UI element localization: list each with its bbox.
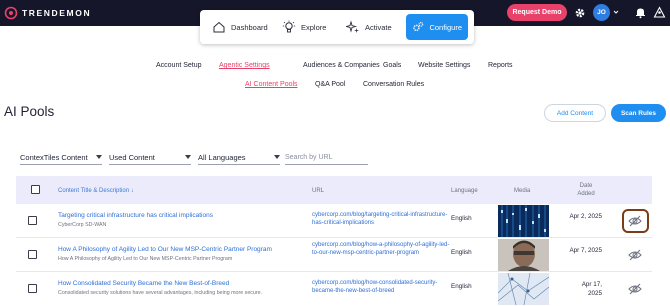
- eye-off-icon[interactable]: [628, 214, 642, 228]
- gear-icon[interactable]: [573, 6, 587, 20]
- row-title-link[interactable]: Targeting critical infrastructure has cr…: [58, 212, 213, 219]
- row-language: English: [451, 249, 472, 256]
- row-media-thumbnail: [498, 273, 549, 305]
- subnav-account-setup[interactable]: Account Setup: [156, 62, 202, 69]
- home-icon: [213, 21, 225, 33]
- row-language: English: [451, 215, 472, 222]
- tab-ai-content-pools[interactable]: AI Content Pools: [245, 81, 298, 88]
- tab-qa-pool[interactable]: Q&A Pool: [315, 81, 345, 88]
- search-url-input[interactable]: Search by URL: [285, 150, 368, 165]
- column-language-header: Language: [451, 188, 478, 194]
- nav-configure-label: Configure: [429, 22, 462, 32]
- table-row[interactable]: Targeting critical infrastructure has cr…: [16, 204, 652, 238]
- chevron-down-icon: [96, 155, 102, 159]
- main-nav: Dashboard Explore Activate Configure: [200, 10, 474, 44]
- nav-explore-label: Explore: [301, 22, 327, 32]
- nav-explore[interactable]: Explore: [276, 14, 332, 40]
- nav-dashboard[interactable]: Dashboard: [206, 14, 274, 40]
- language-value: All Languages: [198, 152, 246, 162]
- scan-rules-button[interactable]: Scan Rules: [611, 104, 666, 122]
- chevron-down-icon[interactable]: [613, 9, 619, 15]
- column-title-header[interactable]: Content Title & Description ↓: [58, 188, 134, 194]
- row-date: Apr 7, 2025: [569, 247, 602, 254]
- row-checkbox[interactable]: [28, 250, 37, 259]
- nav-activate-label: Activate: [365, 22, 392, 32]
- row-url-link[interactable]: cybercorp.com/blog/how-consolidated-secu…: [312, 279, 452, 295]
- subnav-reports[interactable]: Reports: [488, 62, 513, 69]
- row-media-thumbnail: [498, 239, 549, 271]
- content-status-value: Used Content: [109, 152, 155, 162]
- column-url-header: URL: [312, 188, 325, 194]
- language-select[interactable]: All Languages: [198, 150, 280, 165]
- bell-icon[interactable]: [634, 6, 647, 19]
- lightbulb-icon: [282, 20, 296, 33]
- column-date-header: Date Added: [577, 183, 595, 197]
- row-url-link[interactable]: cybercorp.com/blog/targeting-critical-in…: [312, 211, 452, 227]
- nav-activate[interactable]: Activate: [340, 14, 398, 40]
- gears-icon: [413, 21, 424, 32]
- subnav-goals[interactable]: Goals: [383, 62, 401, 69]
- select-all-checkbox[interactable]: [31, 185, 40, 194]
- row-description: How A Philosophy of Agility Led to Our N…: [58, 256, 233, 262]
- brand-name: TRENDEMON: [22, 8, 92, 18]
- row-language: English: [451, 283, 472, 290]
- row-title-link[interactable]: How Consolidated Security Became the New…: [58, 280, 229, 287]
- content-type-select[interactable]: ContexTiles Content: [20, 150, 102, 165]
- row-media-thumbnail: [498, 205, 549, 237]
- brand-logo[interactable]: TRENDEMON: [4, 6, 91, 20]
- search-placeholder: Search by URL: [285, 153, 333, 161]
- nav-configure[interactable]: Configure: [406, 14, 468, 40]
- chevron-down-icon: [274, 155, 280, 159]
- row-description: CyberCorp SD-WAN: [58, 222, 107, 228]
- subnav-website-settings[interactable]: Website Settings: [418, 62, 470, 69]
- row-date: Apr 2, 2025: [569, 213, 602, 220]
- subnav-audiences-companies[interactable]: Audiences & Companies: [303, 62, 380, 69]
- table-header: Content Title & Description ↓ URL Langua…: [16, 176, 652, 204]
- user-icon[interactable]: [653, 6, 666, 19]
- row-checkbox[interactable]: [28, 216, 37, 225]
- nav-dashboard-label: Dashboard: [231, 22, 268, 32]
- logo-mark-icon: [4, 6, 18, 20]
- tab-conversation-rules[interactable]: Conversation Rules: [363, 81, 424, 88]
- page-title: AI Pools: [4, 104, 55, 119]
- table-row[interactable]: How Consolidated Security Became the New…: [16, 272, 652, 306]
- content-status-select[interactable]: Used Content: [109, 150, 191, 165]
- subnav-agentic-settings[interactable]: Agentic Settings: [219, 62, 270, 69]
- row-date: Apr 17, 2025: [581, 281, 602, 297]
- column-media-header: Media: [514, 188, 531, 194]
- eye-off-icon[interactable]: [628, 248, 642, 262]
- row-checkbox[interactable]: [28, 284, 37, 293]
- request-demo-button[interactable]: Request Demo: [507, 4, 567, 21]
- row-url-link[interactable]: cybercorp.com/blog/how-a-philosophy-of-a…: [312, 241, 452, 257]
- eye-off-icon[interactable]: [628, 282, 642, 296]
- table-row[interactable]: How A Philosophy of Agility Led to Our N…: [16, 238, 652, 272]
- row-description: Consolidated security solutions have sev…: [58, 290, 263, 296]
- row-title-link[interactable]: How A Philosophy of Agility Led to Our N…: [58, 246, 272, 253]
- add-content-button[interactable]: Add Content: [544, 104, 606, 122]
- content-type-value: ContexTiles Content: [20, 152, 88, 162]
- avatar[interactable]: JO: [593, 4, 610, 21]
- chevron-down-icon: [185, 155, 191, 159]
- sparkle-icon: [346, 20, 359, 33]
